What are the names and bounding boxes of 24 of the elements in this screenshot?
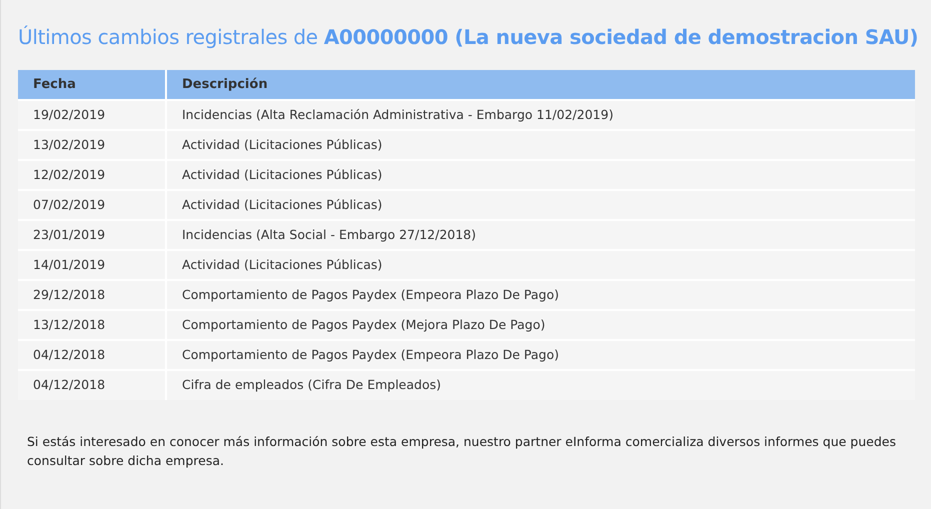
table-cell: 07/02/2019 (18, 190, 166, 220)
table-cell: Cifra de empleados (Cifra De Empleados) (166, 370, 915, 400)
table-cell: 14/01/2019 (18, 250, 166, 280)
table-cell: Incidencias (Alta Social - Embargo 27/12/2018) (166, 220, 915, 250)
table-cell: 12/02/2019 (18, 160, 166, 190)
table-cell: 04/12/2018 (18, 370, 166, 400)
table-cell: 29/12/2018 (18, 280, 166, 310)
table-cell: 13/02/2019 (18, 130, 166, 160)
column-header: Fecha (18, 70, 166, 100)
table-cell: 19/02/2019 (18, 100, 166, 130)
table-cell: 13/12/2018 (18, 310, 166, 340)
table-cell: Comportamiento de Pagos Paydex (Empeora Plazo De Pago) (166, 280, 915, 310)
table-cell: Incidencias (Alta Reclamación Administrativa - Embargo 11/02/2019) (166, 100, 915, 130)
table-cell: Actividad (Licitaciones Públicas) (166, 190, 915, 220)
column-header: Descripción (166, 70, 915, 100)
table-cell: Comportamiento de Pagos Paydex (Empeora Plazo De Pago) (166, 340, 915, 370)
table-cell: Comportamiento de Pagos Paydex (Mejora Plazo De Pago) (166, 310, 915, 340)
info-paragraph: Si estás interesado en conocer más información sobre esta empresa, nuestro partner eInforma comercializa diversos informes que puedes consultar sobre dicha empresa. (27, 433, 897, 470)
table-cell: Actividad (Licitaciones Públicas) (166, 130, 915, 160)
table-cell: Actividad (Licitaciones Públicas) (166, 160, 915, 190)
page-title: Últimos cambios registrales de A00000000 (La nueva sociedad de demostracion SAU) (17, 24, 920, 51)
table-cell: 23/01/2019 (18, 220, 166, 250)
table-cell: Actividad (Licitaciones Públicas) (166, 250, 915, 280)
table-cell: 04/12/2018 (18, 340, 166, 370)
